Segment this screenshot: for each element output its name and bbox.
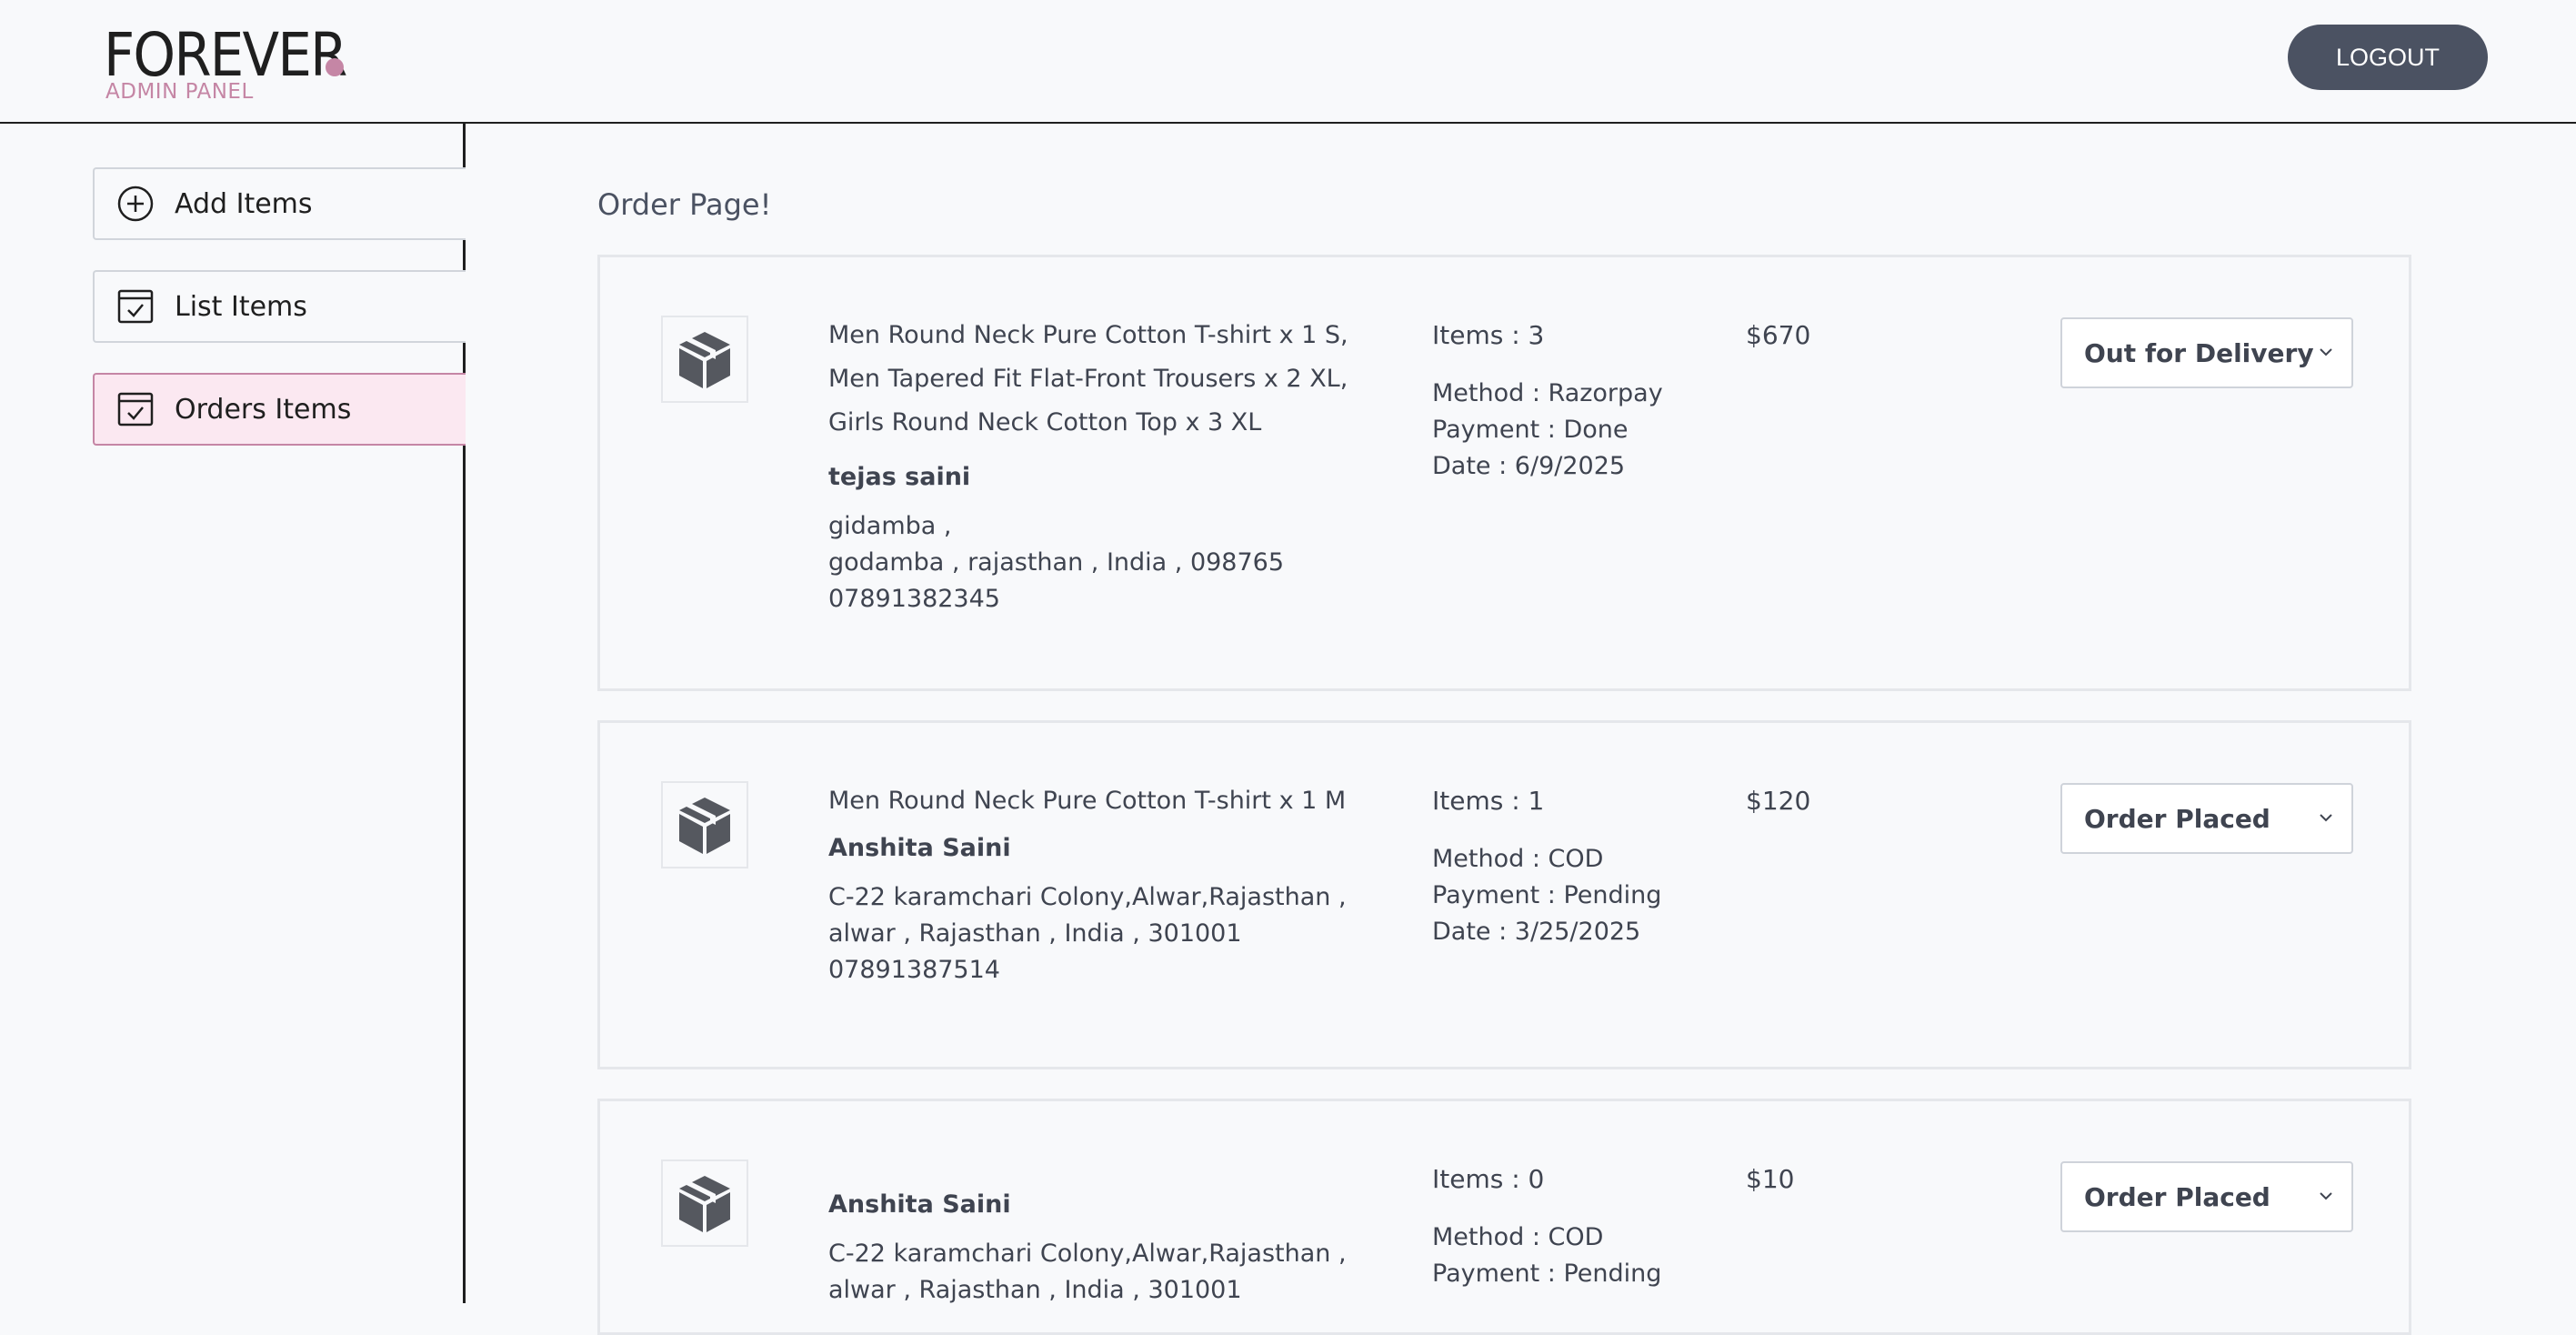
customer-name: Anshita Saini	[828, 834, 1011, 862]
address-line: godamba , rajasthan , India , 098765	[828, 548, 1285, 577]
payment-method: Method : COD	[1432, 845, 1604, 873]
order-date: Date : 3/25/2025	[1432, 918, 1641, 946]
order-amount: $670	[1746, 320, 1811, 350]
payment-status: Payment : Pending	[1432, 1260, 1662, 1288]
sidebar-item-label: Add Items	[175, 187, 313, 220]
address-line: C-22 karamchari Colony,Alwar,Rajasthan ,	[828, 1240, 1347, 1268]
item-count: Items : 0	[1432, 1164, 1545, 1194]
payment-status: Payment : Pending	[1432, 881, 1662, 909]
status-value: Out for Delivery	[2084, 337, 2314, 368]
order-details: Men Round Neck Pure Cotton T-shirt x 1 S…	[828, 314, 1392, 617]
logo-text: FOREVER	[104, 20, 347, 90]
item-count: Items : 3	[1432, 320, 1545, 350]
order-item-line: Girls Round Neck Cotton Top x 3 XL	[828, 408, 1262, 437]
payment-method: Method : COD	[1432, 1223, 1604, 1251]
logo-dot	[326, 58, 344, 76]
phone-number: 07891382345	[828, 585, 1000, 613]
sidebar-item-label: Orders Items	[175, 393, 352, 426]
sidebar-item-add-items[interactable]: Add Items	[93, 167, 466, 240]
page-title: Order Page!	[597, 187, 772, 222]
order-date: Date : 6/9/2025	[1432, 452, 1626, 480]
order-details: Anshita Saini C-22 karamchari Colony,Alw…	[828, 1187, 1392, 1309]
order-details: Men Round Neck Pure Cotton T-shirt x 1 M…	[828, 779, 1392, 989]
address-line: gidamba ,	[828, 512, 952, 540]
payment-status: Payment : Done	[1432, 416, 1629, 444]
phone-number: 07891387514	[828, 956, 1000, 984]
order-amount: $120	[1746, 786, 1811, 816]
forever-logo: FOREVER ADMIN PANEL	[104, 20, 373, 105]
parcel-box-icon	[661, 781, 748, 868]
parcel-box-icon	[661, 1159, 748, 1247]
order-card: Anshita Saini C-22 karamchari Colony,Alw…	[597, 1099, 2411, 1335]
customer-name: tejas saini	[828, 463, 971, 491]
chevron-down-icon	[2320, 348, 2332, 356]
order-item-line: Men Round Neck Pure Cotton T-shirt x 1 M	[828, 787, 1347, 815]
payment-method: Method : Razorpay	[1432, 379, 1663, 407]
order-meta: Items : 0 Method : COD Payment : Pending	[1432, 1161, 1705, 1292]
status-select[interactable]: Order Placed	[2060, 1161, 2353, 1232]
order-meta: Items : 1 Method : COD Payment : Pending…	[1432, 783, 1705, 950]
sidebar: Add Items List Items Orders Items	[0, 124, 466, 1303]
status-select[interactable]: Order Placed	[2060, 783, 2353, 854]
order-meta: Items : 3 Method : Razorpay Payment : Do…	[1432, 317, 1705, 485]
sidebar-item-list-items[interactable]: List Items	[93, 270, 466, 343]
order-item-line: Men Round Neck Pure Cotton T-shirt x 1 S…	[828, 321, 1348, 349]
order-card: Men Round Neck Pure Cotton T-shirt x 1 M…	[597, 720, 2411, 1069]
address-line: alwar , Rajasthan , India , 301001	[828, 919, 1242, 948]
logout-button[interactable]: LOGOUT	[2288, 25, 2488, 90]
order-card: Men Round Neck Pure Cotton T-shirt x 1 S…	[597, 255, 2411, 691]
order-amount: $10	[1746, 1164, 1795, 1194]
sidebar-item-orders-items[interactable]: Orders Items	[93, 373, 466, 446]
address-line: alwar , Rajasthan , India , 301001	[828, 1276, 1242, 1304]
order-item-line: Men Tapered Fit Flat-Front Trousers x 2 …	[828, 365, 1348, 393]
sidebar-item-label: List Items	[175, 290, 307, 323]
parcel-box-icon	[661, 316, 748, 403]
top-header: FOREVER ADMIN PANEL LOGOUT	[0, 0, 2576, 124]
item-count: Items : 1	[1432, 786, 1545, 816]
status-value: Order Placed	[2084, 1181, 2270, 1212]
chevron-down-icon	[2320, 1192, 2332, 1200]
customer-name: Anshita Saini	[828, 1190, 1011, 1219]
address-line: C-22 karamchari Colony,Alwar,Rajasthan ,	[828, 883, 1347, 911]
checklist-icon	[116, 287, 155, 326]
checklist-icon	[116, 390, 155, 428]
status-value: Order Placed	[2084, 803, 2270, 834]
chevron-down-icon	[2320, 814, 2332, 822]
plus-circle-icon	[116, 185, 155, 223]
status-select[interactable]: Out for Delivery	[2060, 317, 2353, 388]
logo-subtitle: ADMIN PANEL	[105, 80, 254, 104]
